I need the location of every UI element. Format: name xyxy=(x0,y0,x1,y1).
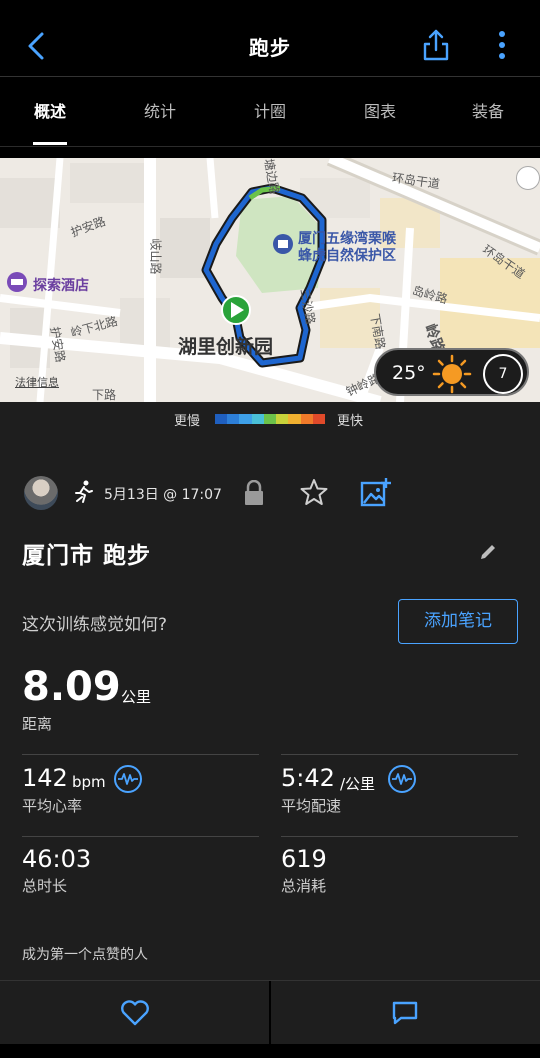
temperature: 25° xyxy=(392,362,426,384)
distance-unit: 公里 xyxy=(121,688,152,706)
pace-color-segment xyxy=(300,414,313,424)
divider xyxy=(281,754,518,755)
page-title: 跑步 xyxy=(249,36,291,60)
heart-icon xyxy=(121,1000,149,1026)
pace-label: 平均配速 xyxy=(281,797,342,815)
divider xyxy=(22,836,259,837)
pace-legend: 更慢 更快 xyxy=(0,402,540,434)
map-poi-label: 蜂虎自然保护区 xyxy=(298,248,396,264)
pace-color-segment xyxy=(239,414,252,424)
add-photo-icon[interactable] xyxy=(360,477,392,507)
share-icon xyxy=(423,29,449,61)
share-button[interactable] xyxy=(420,28,452,62)
duration-label: 总时长 xyxy=(22,877,68,895)
tab-laps[interactable]: 计圈 xyxy=(220,77,320,147)
legend-faster-label: 更快 xyxy=(337,414,364,429)
calories-label: 总消耗 xyxy=(281,877,327,895)
duration-value: 46:03 xyxy=(22,845,92,873)
lock-icon[interactable] xyxy=(243,480,265,506)
map-poi-label: 厦门五缘湾栗喉 xyxy=(298,231,396,247)
pace-color-segment xyxy=(251,414,264,424)
pencil-icon[interactable] xyxy=(478,542,498,562)
like-button[interactable] xyxy=(0,981,269,1045)
distance-label: 距离 xyxy=(22,715,53,733)
star-icon[interactable] xyxy=(300,478,328,506)
heart-rate-value: 142 xyxy=(22,764,68,792)
bottom-action-bar xyxy=(0,980,540,1045)
weather-badge: 25° 7 xyxy=(374,348,529,396)
tab-stats[interactable]: 统计 xyxy=(110,77,210,147)
divider xyxy=(22,754,259,755)
pace-color-bar xyxy=(215,414,325,424)
tab-bar: 概述 统计 计圈 图表 装备 xyxy=(0,77,540,147)
heart-rate-unit: bpm xyxy=(72,773,106,791)
avatar[interactable] xyxy=(24,476,58,510)
top-bar: 跑步 xyxy=(0,0,540,77)
wind-speed-icon: 7 xyxy=(483,354,523,394)
pace-color-segment xyxy=(263,414,277,424)
pace-color-segment xyxy=(227,414,240,424)
pace-color-segment xyxy=(312,414,325,424)
tab-charts[interactable]: 图表 xyxy=(330,77,430,147)
divider xyxy=(281,836,518,837)
route-map[interactable]: 环岛干道 环岛干道 护安路 岐山路 岭下北路 护安路 下路 塘边路 岛岭路 下南… xyxy=(0,158,540,402)
more-vertical-icon xyxy=(499,31,505,59)
pace-value: 5:42 xyxy=(281,764,335,792)
activity-datetime: 5月13日 @ 17:07 xyxy=(104,487,222,503)
distance-value: 8.09 xyxy=(22,664,121,710)
calories-value: 619 xyxy=(281,845,327,873)
compass-icon[interactable] xyxy=(516,166,540,190)
map-road-label: 岐山路 xyxy=(148,238,163,275)
home-indicator-area xyxy=(0,1044,540,1058)
tab-overview[interactable]: 概述 xyxy=(0,77,100,147)
pace-color-segment xyxy=(215,414,228,424)
sun-icon xyxy=(432,354,472,394)
comment-icon xyxy=(392,1001,418,1025)
activity-name: 厦门市 跑步 xyxy=(22,543,152,569)
tab-gear[interactable]: 装备 xyxy=(438,77,538,147)
map-road-label: 下路 xyxy=(92,388,117,402)
map-district-label: 湖里创新园 xyxy=(178,336,274,358)
map-poi-label: 探索酒店 xyxy=(33,278,89,294)
heart-rate-label: 平均心率 xyxy=(22,797,83,815)
legend-slower-label: 更慢 xyxy=(174,414,201,429)
running-icon xyxy=(75,480,93,503)
activity-summary: 5月13日 @ 17:07 厦门市 跑步 这次训练感觉如何? 添加笔记 8.09… xyxy=(0,434,540,980)
heart-rate-chart-icon[interactable] xyxy=(114,765,142,793)
pace-color-segment xyxy=(276,414,289,424)
comment-button[interactable] xyxy=(271,981,540,1045)
pace-color-segment xyxy=(288,414,301,424)
legal-info-link[interactable]: 法律信息 xyxy=(15,374,59,390)
likes-text: 成为第一个点赞的人 xyxy=(22,947,148,963)
pace-chart-icon[interactable] xyxy=(388,765,416,793)
pace-unit: /公里 xyxy=(340,775,376,793)
more-options-button[interactable] xyxy=(492,28,512,62)
feel-question: 这次训练感觉如何? xyxy=(22,615,168,635)
add-note-button[interactable]: 添加笔记 xyxy=(398,599,518,644)
